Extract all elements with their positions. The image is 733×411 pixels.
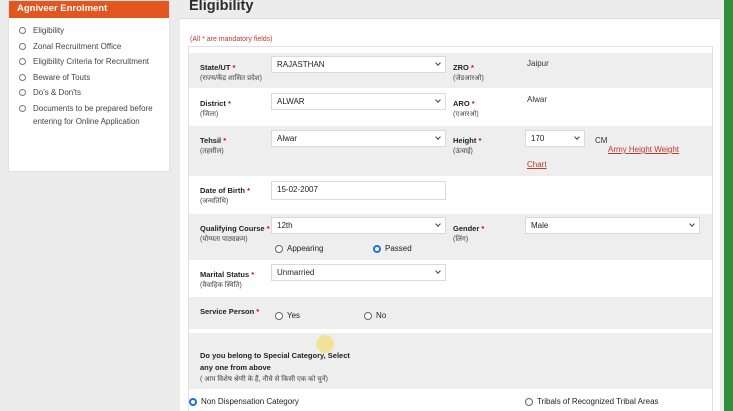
sidebar-item-documents[interactable]: Documents to be prepared before entering… — [19, 102, 163, 129]
sidebar-item-label: Documents to be prepared before entering… — [33, 103, 153, 127]
zro-label: ZRO * (जेडआरओ) — [453, 63, 484, 82]
form-row-district: District * (जिला) ALWAR ARO * (एआरओ) Alwar — [189, 89, 712, 124]
district-label: District * (जिला) — [200, 99, 231, 118]
chart-link[interactable]: Chart — [527, 160, 547, 169]
circle-bullet-icon — [19, 73, 26, 81]
qualifying-course-select[interactable]: 12th — [271, 217, 446, 234]
radio-unselected-icon — [364, 311, 372, 320]
service-person-label: Service Person * — [200, 307, 260, 316]
non-dispensation-radio[interactable]: Non Dispensation Category — [189, 397, 299, 406]
right-edge-strip — [724, 0, 733, 411]
sidebar: Agniveer Enrolment Eligibility Zonal Rec… — [8, 0, 170, 172]
mandatory-note: (All * are mandatory fields) — [190, 36, 273, 43]
height-label: Height * (ऊंचाई) — [453, 136, 482, 155]
marital-status-label: Marital Status * (वैवाहिक स्थिति) — [200, 270, 255, 289]
gender-select[interactable]: Male — [525, 217, 700, 234]
district-select[interactable]: ALWAR — [271, 93, 446, 110]
sidebar-item-label: Zonal Recruitment Office — [33, 41, 122, 51]
service-yes-radio[interactable]: Yes — [275, 311, 300, 320]
chevron-down-icon — [435, 268, 441, 274]
special-category-label: Do you belong to Special Category, Selec… — [200, 351, 350, 383]
tehsil-label: Tehsil * (तहसील) — [200, 136, 227, 155]
circle-bullet-icon — [19, 104, 26, 112]
circle-bullet-icon — [19, 27, 26, 34]
radio-selected-icon — [189, 397, 197, 406]
sidebar-item-dos-donts[interactable]: Do's & Don'ts — [19, 86, 163, 100]
circle-bullet-icon — [19, 89, 26, 96]
chevron-down-icon — [574, 134, 580, 140]
gender-label: Gender * (लिंग) — [453, 224, 485, 243]
form-row-marital: Marital Status * (वैवाहिक स्थिति) Unmarri… — [189, 261, 712, 295]
eligibility-form-card: (All * are mandatory fields) State/UT *(… — [180, 19, 720, 411]
marital-status-select[interactable]: Unmarried — [271, 264, 446, 281]
form-row-state: State/UT * (राज्य/केंद्र शासित प्रदेश) RA… — [189, 53, 712, 88]
radio-unselected-icon — [275, 311, 283, 320]
passed-radio[interactable]: Passed — [373, 244, 412, 253]
dob-label: Date of Birth * (जन्मतिथि) — [200, 186, 251, 205]
radio-unselected-icon — [275, 244, 283, 253]
sidebar-item-eligibility[interactable]: Eligibility — [19, 24, 163, 38]
sidebar-title: Agniveer Enrolment — [9, 1, 169, 18]
page-title: Eligibility — [189, 0, 254, 14]
sidebar-item-label: Beware of Touts — [33, 72, 91, 82]
sidebar-item-label: Eligibility Criteria for Recruitment — [33, 57, 150, 66]
form-row-service: Service Person * Yes No — [189, 297, 712, 329]
state-select[interactable]: RAJASTHAN — [271, 56, 446, 73]
state-label: State/UT * (राज्य/केंद्र शासित प्रदेश) — [200, 63, 262, 82]
sidebar-item-zonal-recruitment-office[interactable]: Zonal Recruitment Office — [19, 40, 163, 54]
dob-input[interactable]: 15-02-2007 — [271, 181, 446, 200]
form-row-course: Qualifying Course * (योग्यता पाठ्यक्रम) 1… — [189, 214, 712, 260]
zro-value: Jaipur — [527, 59, 549, 68]
sidebar-item-beware-of-touts[interactable]: Beware of Touts — [19, 71, 163, 85]
army-height-weight-link[interactable]: Army Height Weight — [608, 145, 679, 154]
cursor-highlight — [316, 335, 334, 353]
tribal-areas-radio[interactable]: Tribals of Recognized Tribal Areas — [525, 397, 659, 406]
aro-value: Alwar — [527, 95, 548, 104]
radio-selected-icon — [373, 244, 381, 253]
tehsil-select[interactable]: Alwar — [271, 130, 446, 147]
appearing-radio[interactable]: Appearing — [275, 244, 323, 253]
sidebar-item-label: Do's & Don'ts — [33, 88, 81, 97]
chevron-down-icon — [435, 134, 441, 140]
form-row-dob: Date of Birth * (जन्मतिथि) 15-02-2007 — [189, 177, 712, 213]
circle-bullet-icon — [19, 42, 26, 50]
chevron-down-icon — [689, 221, 695, 227]
sidebar-item-eligibility-criteria[interactable]: Eligibility Criteria for Recruitment — [19, 55, 163, 69]
radio-unselected-icon — [525, 397, 533, 406]
chevron-down-icon — [435, 221, 441, 227]
circle-bullet-icon — [19, 58, 26, 65]
sidebar-item-label: Eligibility — [33, 26, 65, 35]
qualifying-course-label: Qualifying Course * (योग्यता पाठ्यक्रम) — [200, 224, 270, 243]
form-row-special-category: Do you belong to Special Category, Selec… — [189, 333, 712, 389]
chevron-down-icon — [435, 60, 441, 66]
chevron-down-icon — [435, 97, 441, 103]
form-row-tehsil: Tehsil * (तहसील) Alwar Height * (ऊंचाई) 17… — [189, 126, 712, 176]
service-no-radio[interactable]: No — [364, 311, 386, 320]
height-unit: CM — [595, 136, 608, 145]
aro-label: ARO * (एआरओ) — [453, 99, 479, 118]
sidebar-menu: Eligibility Zonal Recruitment Office Eli… — [9, 18, 169, 129]
height-select[interactable]: 170 — [525, 130, 585, 147]
